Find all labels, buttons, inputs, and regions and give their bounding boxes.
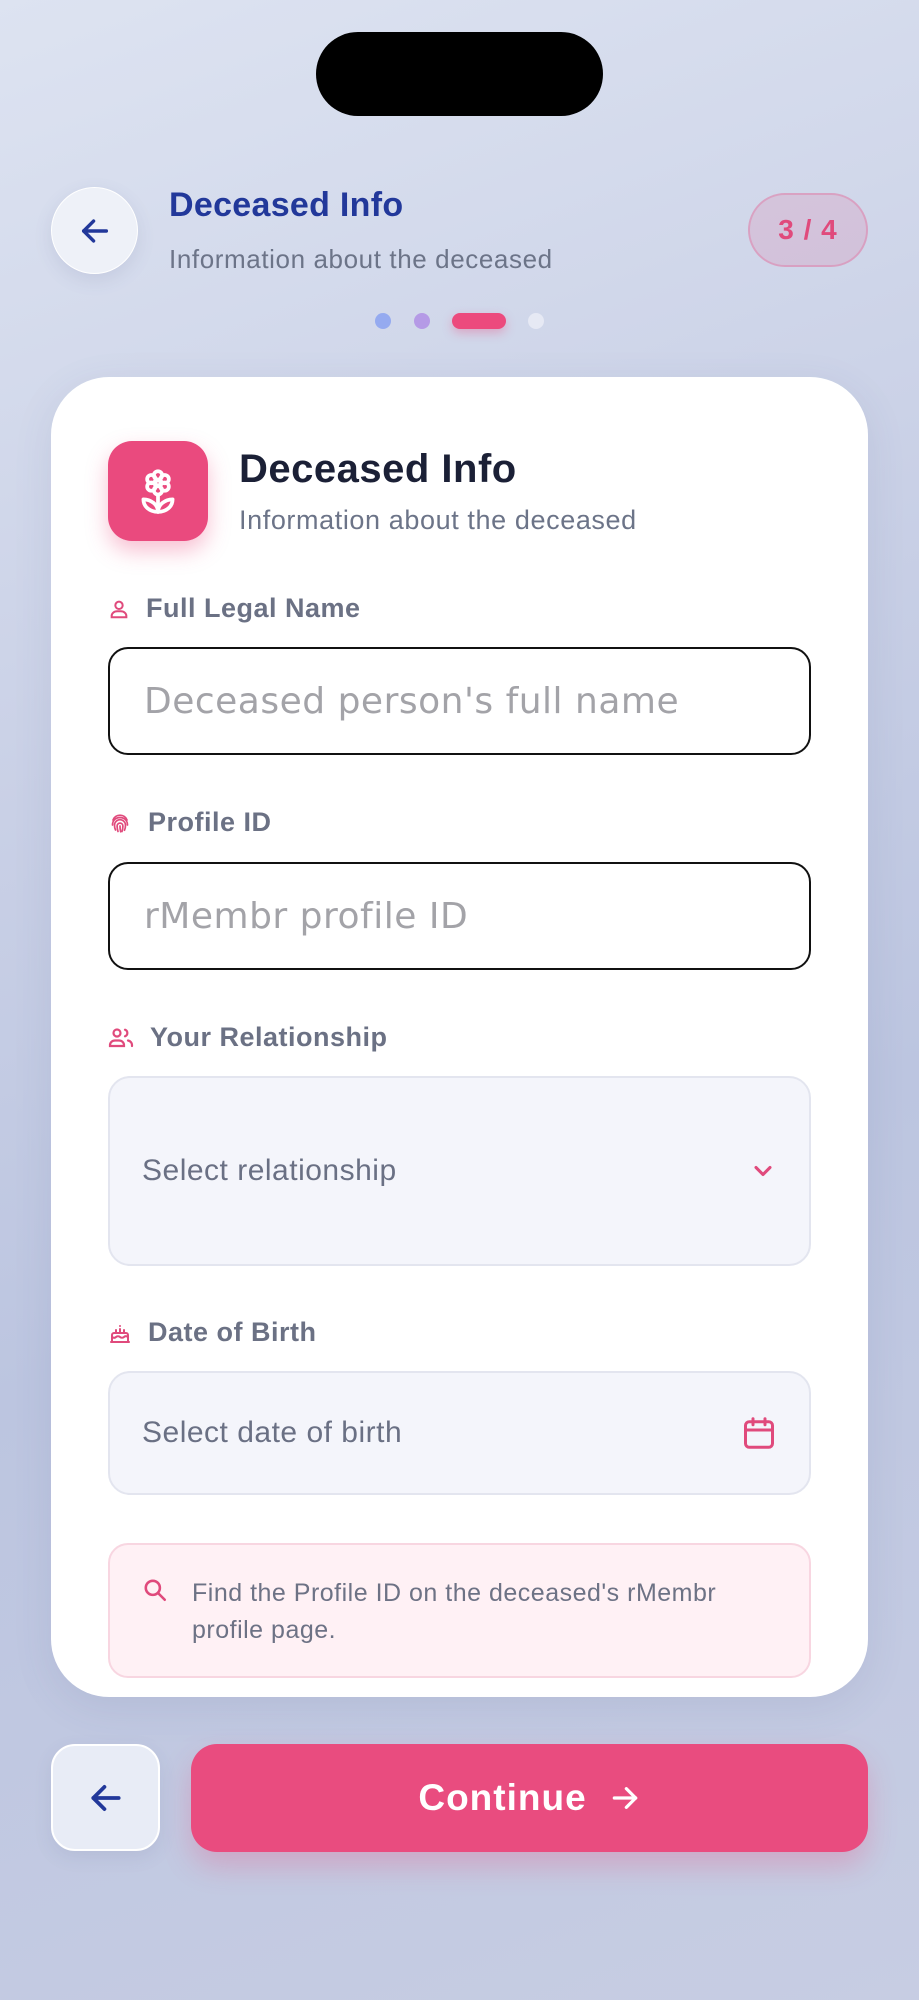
device-notch xyxy=(316,32,603,116)
step-badge: 3 / 4 xyxy=(748,193,868,267)
progress-dot-3-active xyxy=(452,313,506,329)
arrow-right-icon xyxy=(612,1787,637,1809)
fingerprint-icon xyxy=(111,813,129,833)
profile-id-input[interactable] xyxy=(108,862,811,970)
relationship-label-text: Your Relationship xyxy=(150,1022,388,1052)
dob-picker[interactable]: Select date of birth xyxy=(108,1371,811,1495)
profile-id-label: Profile ID xyxy=(108,807,272,838)
dob-picker-value: Select date of birth xyxy=(142,1416,403,1449)
hint-text: Find the Profile ID on the deceased's rM… xyxy=(192,1579,717,1644)
arrow-left-icon xyxy=(81,218,108,243)
chevron-down-icon xyxy=(754,1165,772,1177)
calendar-icon xyxy=(744,1417,774,1449)
relationship-select[interactable]: Select relationship xyxy=(108,1076,811,1266)
header-title: Deceased Info xyxy=(169,186,404,224)
progress-dot-4 xyxy=(528,313,544,329)
card-title: Deceased Info xyxy=(239,447,517,491)
dob-label: Date of Birth xyxy=(108,1317,317,1348)
profile-id-hint: Find the Profile ID on the deceased's rM… xyxy=(108,1543,811,1678)
cake-icon xyxy=(110,1324,130,1343)
header-back-button[interactable] xyxy=(51,187,138,274)
arrow-left-icon xyxy=(90,1784,121,1811)
full-name-label: Full Legal Name xyxy=(108,593,361,624)
full-name-input[interactable] xyxy=(108,647,811,755)
footer-back-button[interactable] xyxy=(51,1744,160,1851)
dob-label-text: Date of Birth xyxy=(148,1317,317,1347)
profile-id-label-text: Profile ID xyxy=(148,807,272,837)
header-subtitle: Information about the deceased xyxy=(169,244,553,274)
card-subtitle: Information about the deceased xyxy=(239,505,637,535)
relationship-select-value: Select relationship xyxy=(142,1154,397,1187)
search-icon xyxy=(144,1579,167,1602)
person-icon xyxy=(110,600,128,618)
relationship-label: Your Relationship xyxy=(108,1022,388,1053)
flower-icon xyxy=(108,441,208,541)
progress-dot-1 xyxy=(375,313,391,329)
continue-button-label: Continue xyxy=(418,1777,587,1818)
full-name-label-text: Full Legal Name xyxy=(146,593,361,623)
progress-dot-2 xyxy=(414,313,430,329)
people-icon xyxy=(108,1027,134,1047)
form-card: Deceased Info Information about the dece… xyxy=(51,377,868,1697)
continue-button[interactable]: Continue xyxy=(191,1744,868,1852)
